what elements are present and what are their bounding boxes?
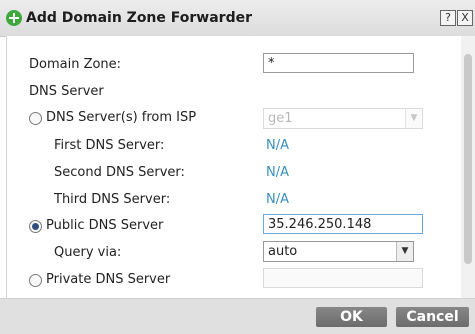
isp-interface-select[interactable]: ge1 ▼ [263, 108, 423, 129]
first-dns-label: First DNS Server: [54, 138, 165, 153]
private-dns-input[interactable] [263, 268, 423, 288]
isp-interface-value: ge1 [268, 111, 293, 126]
dns-server-heading: DNS Server [29, 84, 104, 99]
isp-dns-radio[interactable] [29, 112, 42, 125]
third-dns-value: N/A [266, 192, 289, 207]
vertical-scrollbar[interactable] [461, 36, 475, 298]
public-dns-input[interactable]: 35.246.250.148 [263, 214, 423, 234]
query-via-select[interactable]: auto ▼ [263, 241, 414, 262]
public-dns-label: Public DNS Server [46, 218, 164, 233]
dialog-footer: OK Cancel [0, 298, 475, 334]
help-icon[interactable]: ? [440, 10, 456, 26]
second-dns-label: Second DNS Server: [54, 165, 185, 180]
third-dns-label: Third DNS Server: [54, 192, 171, 207]
dialog-titlebar: Add Domain Zone Forwarder ? X [0, 0, 475, 37]
chevron-down-icon: ▼ [405, 109, 422, 128]
query-via-label: Query via: [54, 245, 122, 260]
dialog-title: Add Domain Zone Forwarder [26, 10, 252, 26]
scrollbar-thumb[interactable] [464, 54, 472, 264]
domain-zone-label: Domain Zone: [29, 57, 122, 72]
ok-button[interactable]: OK [316, 307, 387, 327]
domain-zone-input[interactable]: * [263, 53, 414, 73]
second-dns-value: N/A [266, 165, 289, 180]
add-icon [6, 10, 22, 26]
close-icon[interactable]: X [457, 10, 473, 26]
query-via-value: auto [268, 244, 298, 259]
cancel-button[interactable]: Cancel [396, 307, 469, 327]
chevron-down-icon: ▼ [396, 242, 413, 261]
isp-dns-label: DNS Server(s) from ISP [46, 110, 197, 125]
private-dns-radio[interactable] [29, 274, 42, 287]
private-dns-label: Private DNS Server [46, 272, 171, 287]
public-dns-radio[interactable] [29, 220, 42, 233]
first-dns-value: N/A [266, 138, 289, 153]
